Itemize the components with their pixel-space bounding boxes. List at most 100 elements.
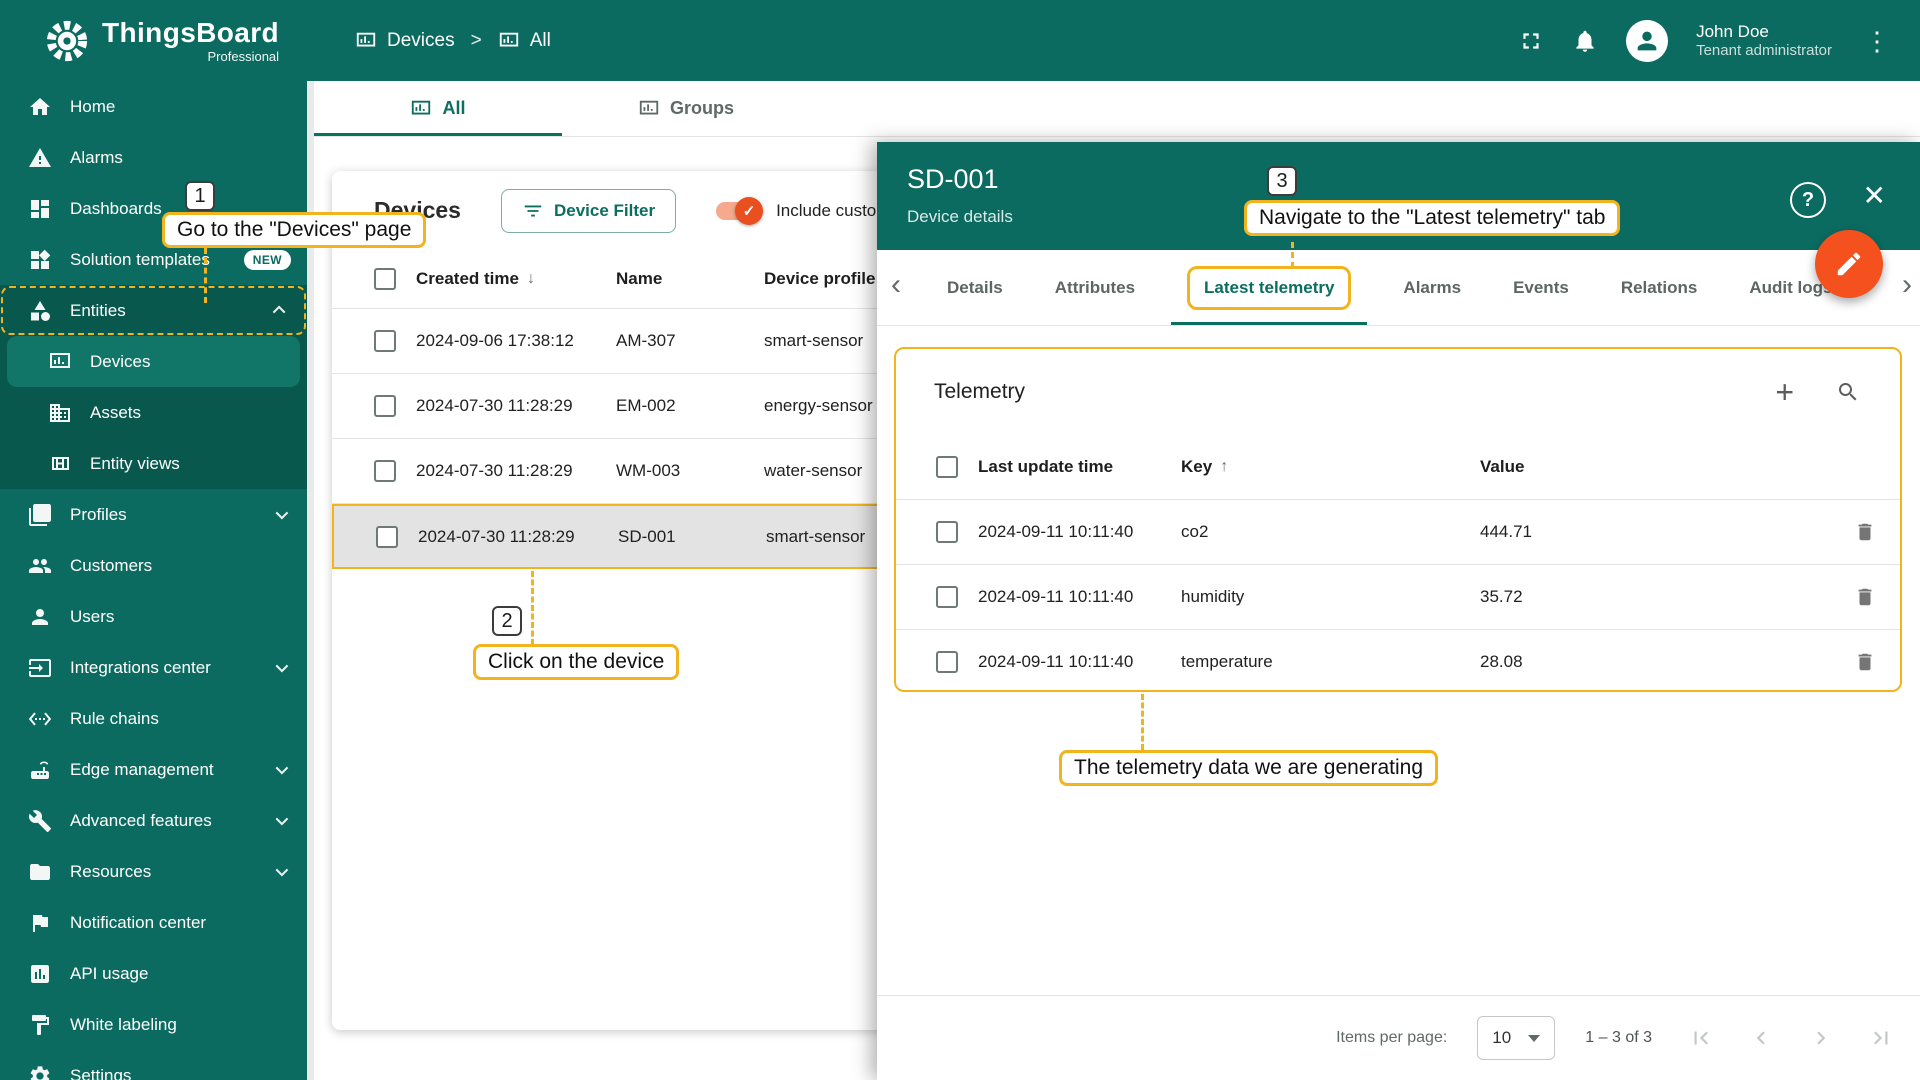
sidebar-item-notification-center[interactable]: Notification center <box>0 897 307 948</box>
last-page-button[interactable] <box>1868 1025 1894 1051</box>
category-icon <box>28 299 52 323</box>
telemetry-title: Telemetry <box>934 380 1026 403</box>
sidebar-item-entities[interactable]: Entities <box>0 285 307 336</box>
sidebar-item-white-labeling[interactable]: White labeling <box>0 999 307 1050</box>
chevron-up-icon <box>272 305 286 319</box>
annotation-step-3-label: Navigate to the "Latest telemetry" tab <box>1244 200 1621 236</box>
telemetry-table-header: Last update time Key ↑ Value <box>896 435 1900 499</box>
dropdown-caret-icon <box>1528 1034 1541 1042</box>
tab-all[interactable]: All <box>314 81 562 136</box>
tabs-scroll-left-button[interactable]: ‹ <box>891 268 901 302</box>
sidebar-item-edge-management[interactable]: Edge management <box>0 744 307 795</box>
app-logo[interactable]: ThingsBoard Professional <box>0 18 307 64</box>
column-last-update-time[interactable]: Last update time <box>978 457 1181 477</box>
sidebar-item-users[interactable]: Users <box>0 591 307 642</box>
telemetry-row[interactable]: 2024-09-11 10:11:40 temperature 28.08 <box>896 629 1900 690</box>
sidebar-item-assets[interactable]: Assets <box>0 387 307 438</box>
sidebar-item-customers[interactable]: Customers <box>0 540 307 591</box>
help-button[interactable]: ? <box>1790 182 1826 218</box>
tab-relations[interactable]: Relations <box>1595 250 1724 325</box>
row-checkbox[interactable] <box>936 586 958 608</box>
row-checkbox[interactable] <box>936 651 958 673</box>
include-customers-toggle[interactable]: ✓ <box>716 196 764 225</box>
search-telemetry-button[interactable] <box>1836 380 1860 404</box>
column-created-time[interactable]: Created time <box>416 269 519 289</box>
tab-details[interactable]: Details <box>921 250 1029 325</box>
first-page-icon <box>1688 1025 1714 1051</box>
tab-groups[interactable]: Groups <box>562 81 810 136</box>
row-checkbox[interactable] <box>374 395 396 417</box>
items-per-page-select[interactable]: 10 <box>1477 1016 1556 1060</box>
row-checkbox[interactable] <box>376 525 398 548</box>
select-all-checkbox[interactable] <box>936 456 958 478</box>
header-menu-button[interactable]: ⋮ <box>1860 28 1894 54</box>
chevron-down-icon <box>275 812 289 826</box>
first-page-button[interactable] <box>1688 1025 1714 1051</box>
sidebar-item-integrations-center[interactable]: Integrations center <box>0 642 307 693</box>
next-page-button[interactable] <box>1808 1025 1834 1051</box>
trash-icon <box>1854 521 1876 543</box>
chevron-right-icon: › <box>1902 268 1912 301</box>
ethernet-icon <box>28 707 52 731</box>
close-panel-button[interactable]: ✕ <box>1863 182 1886 210</box>
trash-icon <box>1854 586 1876 608</box>
column-value[interactable]: Value <box>1480 457 1830 477</box>
row-checkbox[interactable] <box>936 521 958 543</box>
device-filter-button[interactable]: Device Filter <box>500 188 677 233</box>
flag-icon <box>28 911 52 935</box>
new-badge: NEW <box>243 249 291 270</box>
column-name[interactable]: Name <box>616 269 764 289</box>
annotation-connector-line <box>1291 242 1294 268</box>
column-key[interactable]: Key <box>1181 457 1212 477</box>
devices-icon <box>638 98 660 120</box>
telemetry-card: Telemetry + Last update time Key ↑ Value… <box>894 347 1902 692</box>
edit-device-fab[interactable] <box>1815 230 1883 298</box>
add-telemetry-button[interactable]: + <box>1775 376 1794 408</box>
user-name: John Doe <box>1696 21 1769 41</box>
chart-icon <box>28 962 52 986</box>
annotation-step-2-label: Click on the device <box>473 644 680 680</box>
tab-events[interactable]: Events <box>1487 250 1595 325</box>
tab-latest-telemetry[interactable]: Latest telemetry <box>1161 250 1377 325</box>
entity-views-icon <box>48 452 72 476</box>
folder-icon <box>28 860 52 884</box>
paint-icon <box>28 1013 52 1037</box>
sidebar-item-home[interactable]: Home <box>0 81 307 132</box>
row-checkbox[interactable] <box>374 330 396 352</box>
sidebar-item-entity-views[interactable]: Entity views <box>0 438 307 489</box>
select-all-checkbox[interactable] <box>374 268 396 290</box>
sidebar-group-entities: Entities Devices Assets Entity views <box>0 285 307 489</box>
breadcrumb-all[interactable]: All <box>498 30 551 52</box>
breadcrumb-devices[interactable]: Devices <box>355 30 455 52</box>
telemetry-row[interactable]: 2024-09-11 10:11:40 humidity 35.72 <box>896 564 1900 629</box>
annotation-step-1-badge: 1 <box>185 181 215 211</box>
telemetry-row[interactable]: 2024-09-11 10:11:40 co2 444.71 <box>896 499 1900 564</box>
previous-page-button[interactable] <box>1748 1025 1774 1051</box>
tab-alarms[interactable]: Alarms <box>1377 250 1487 325</box>
delete-telemetry-button[interactable] <box>1830 586 1900 608</box>
fullscreen-button[interactable] <box>1518 28 1544 54</box>
delete-telemetry-button[interactable] <box>1830 651 1900 673</box>
sidebar-item-alarms[interactable]: Alarms <box>0 132 307 183</box>
tab-attributes[interactable]: Attributes <box>1029 250 1161 325</box>
dashboard-icon <box>28 197 52 221</box>
sidebar-item-resources[interactable]: Resources <box>0 846 307 897</box>
gear-icon <box>28 1064 52 1080</box>
chevron-left-icon: ‹ <box>891 268 901 301</box>
sidebar-item-devices[interactable]: Devices <box>7 336 300 387</box>
person-icon <box>28 605 52 629</box>
fullscreen-icon <box>1518 28 1544 54</box>
tabs-scroll-right-button[interactable]: › <box>1902 268 1912 302</box>
sidebar-item-settings[interactable]: Settings <box>0 1050 307 1080</box>
sidebar-item-api-usage[interactable]: API usage <box>0 948 307 999</box>
delete-telemetry-button[interactable] <box>1830 521 1900 543</box>
annotation-connector-line <box>1141 694 1144 750</box>
user-avatar[interactable] <box>1626 19 1669 62</box>
chevron-right-icon <box>1808 1025 1834 1051</box>
notifications-button[interactable] <box>1572 28 1598 54</box>
annotation-connector-line <box>204 248 207 303</box>
sidebar-item-advanced-features[interactable]: Advanced features <box>0 795 307 846</box>
sidebar-item-rule-chains[interactable]: Rule chains <box>0 693 307 744</box>
sidebar-item-profiles[interactable]: Profiles <box>0 489 307 540</box>
row-checkbox[interactable] <box>374 460 396 482</box>
